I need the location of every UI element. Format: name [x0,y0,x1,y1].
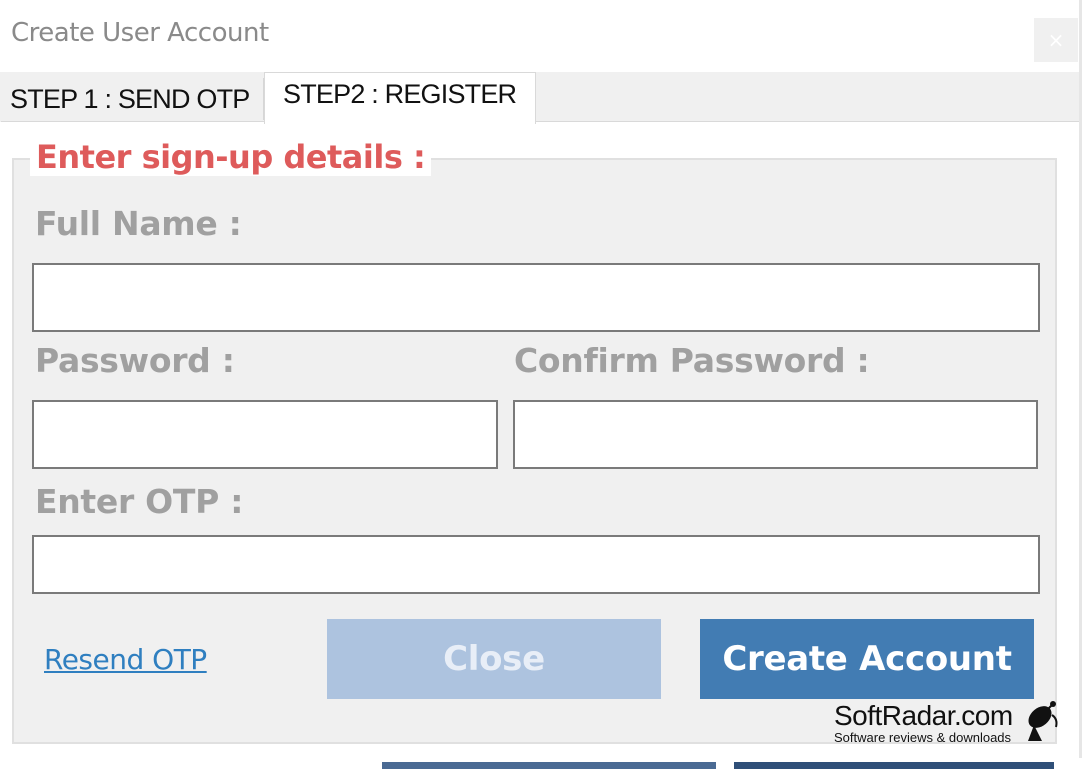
full-name-input[interactable] [32,263,1040,332]
softradar-watermark: SoftRadar.com Software reviews & downloa… [834,701,1013,745]
confirm-password-input[interactable] [513,400,1038,469]
satellite-dish-icon [1028,701,1058,741]
tab-send-otp[interactable]: STEP 1 : SEND OTP [0,78,264,120]
close-window-icon[interactable]: × [1034,18,1078,62]
otp-input[interactable] [32,535,1040,594]
background-bar-left [382,762,716,769]
close-button[interactable]: Close [327,619,661,699]
watermark-tagline: Software reviews & downloads [834,730,1012,745]
password-input[interactable] [32,400,498,469]
full-name-label: Full Name : [35,204,242,243]
tab-register[interactable]: STEP2 : REGISTER [264,72,536,124]
create-user-account-window: Create User Account × STEP 1 : SEND OTP … [0,0,1082,769]
watermark-brand: SoftRadar.com [834,700,1013,731]
create-account-button[interactable]: Create Account [700,619,1034,699]
password-label: Password : [35,341,235,380]
confirm-password-label: Confirm Password : [514,341,870,380]
background-bar-right [734,762,1054,769]
group-legend: Enter sign-up details : [30,138,432,176]
resend-otp-link[interactable]: Resend OTP [44,643,207,676]
otp-label: Enter OTP : [35,482,244,521]
window-title: Create User Account [11,18,269,48]
